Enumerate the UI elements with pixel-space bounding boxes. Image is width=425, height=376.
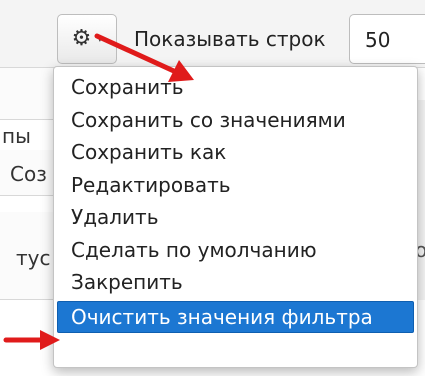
arrow-to-save bbox=[94, 33, 194, 82]
annotation-arrows bbox=[3, 33, 194, 350]
arrow-to-clear-filter bbox=[3, 330, 60, 350]
